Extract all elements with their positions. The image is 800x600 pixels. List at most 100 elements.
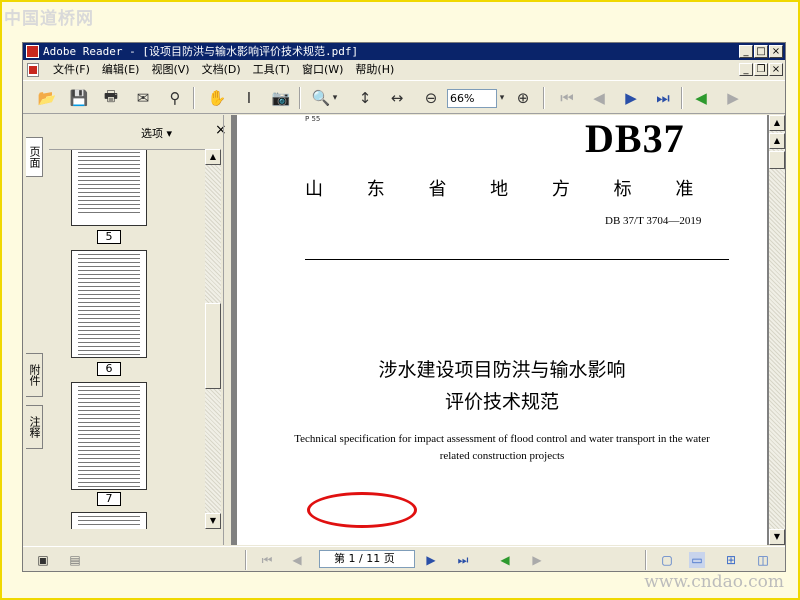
standard-logo: DB37 [585,116,685,161]
standard-number: DB 37/T 3704—2019 [605,215,702,227]
status-go-forward-icon[interactable]: ▶ [529,552,545,568]
thumbnail-label: 7 [97,492,121,506]
document-page: P 55 DB37 山 东 省 地 方 标 准 DB 37/T 3704—201… [237,115,767,545]
menu-document[interactable]: 文档(D) [196,60,247,80]
status-go-back-icon[interactable]: ◀ [497,552,513,568]
adobe-reader-icon [26,45,39,58]
thumbnails-scrollbar[interactable]: ▲ ▼ [205,149,221,529]
tab-attachments[interactable]: 附件 [26,353,43,397]
close-button[interactable]: × [769,45,783,58]
monitor-icon[interactable]: ▣ [35,552,51,568]
status-separator [645,550,647,570]
doc-scroll-up-icon[interactable]: ▲ [769,115,785,131]
menu-view[interactable]: 视图(V) [145,60,195,80]
toolbar-separator [543,87,545,109]
toolbar-separator [193,87,195,109]
continuous-facing-view-icon[interactable]: ◫ [755,552,771,568]
menu-file[interactable]: 文件(F) [47,60,96,80]
status-last-page-icon[interactable]: ⏭ [455,552,471,568]
snapshot-tool-icon[interactable]: 📷 [269,86,293,110]
document-scroll-thumb[interactable] [769,151,785,169]
panel-header: 选项 ▾ × [45,115,229,149]
previous-page-icon[interactable]: ◀ [587,86,611,110]
menu-edit[interactable]: 编辑(E) [96,60,146,80]
status-first-page-icon[interactable]: ⏮ [259,552,275,568]
select-text-tool-icon[interactable]: I [237,86,261,110]
tab-comments[interactable]: 注释 [26,405,43,449]
email-icon[interactable]: ✉ [131,86,155,110]
menu-help[interactable]: 帮助(H) [349,60,400,80]
panel-splitter[interactable] [223,115,229,545]
status-next-page-icon[interactable]: ▶ [423,552,439,568]
zoom-level-input[interactable]: 66% [447,89,497,108]
thumbnails-scroll-thumb[interactable] [205,303,221,389]
maximize-button[interactable]: □ [754,45,768,58]
thumbnail-page-6[interactable] [71,250,147,358]
open-icon[interactable]: 📂 [35,86,59,110]
doc-scroll-page-up-icon[interactable]: ▲ [769,133,785,149]
save-icon[interactable]: 💾 [67,86,91,110]
pdf-document-icon[interactable] [27,63,39,77]
status-separator [245,550,247,570]
status-previous-page-icon[interactable]: ◀ [289,552,305,568]
document-scrollbar[interactable]: ▲ ▲ ▼ [769,115,785,545]
zoom-tool-dropdown-icon[interactable]: ▾ [329,86,341,110]
thumbnail-page-8[interactable] [71,512,147,529]
watermark-top: 中国道桥网 [4,9,94,29]
single-page-view-icon[interactable]: ▢ [659,552,675,568]
header-rule [305,259,729,260]
options-label: 选项 [141,127,163,140]
page-number-field[interactable]: 第 1 / 11 页 [319,550,415,568]
navigation-panel: 页面 附件 注释 选项 ▾ × 5 6 7 ▲ ▼ [23,115,229,545]
doc-close-button[interactable]: × [769,63,783,76]
zoom-out-icon[interactable]: ⊖ [419,86,443,110]
status-bar: ▣ ▤ ⏮ ◀ 第 1 / 11 页 ▶ ⏭ ◀ ▶ ▢ ▭ ⊞ ◫ [23,546,785,572]
title-en: Technical specification for impact asses… [294,433,710,462]
document-window-controls: _ ❐ × [739,63,783,76]
menu-tools[interactable]: 工具(T) [247,60,296,80]
go-back-icon[interactable]: ◀ [689,86,713,110]
fit-page-icon[interactable]: ↕ [353,86,377,110]
page-thumbnails: 5 6 7 [49,149,205,529]
page-corner-code: P 55 [305,115,321,123]
doc-restore-button[interactable]: ❐ [754,63,768,76]
tab-pages[interactable]: 页面 [26,137,43,177]
toolbar-separator [299,87,301,109]
go-forward-icon[interactable]: ▶ [721,86,745,110]
title-cn-line2: 评价技术规范 [444,391,559,413]
continuous-view-icon[interactable]: ▭ [689,552,705,568]
window-title: Adobe Reader - [设项目防洪与输水影响评价技术规范.pdf] [43,45,359,58]
window-controls: _ □ × [739,45,783,58]
hand-tool-icon[interactable]: ✋ [205,86,229,110]
options-menu[interactable]: 选项 ▾ [141,125,172,141]
zoom-dropdown-icon[interactable]: ▾ [495,86,509,110]
zoom-in-icon[interactable]: ⊕ [511,86,535,110]
toolbar: 📂 💾 🖶 ✉ ⚲ ✋ I 📷 🔍 ▾ ↕ ↔ ⊖ 66% ▾ ⊕ ⏮ ◀ ▶ … [23,80,785,114]
print-icon[interactable]: 🖶 [99,86,123,110]
facing-view-icon[interactable]: ⊞ [723,552,739,568]
highlight-annotation-oval [307,492,417,528]
last-page-icon[interactable]: ⏭ [651,86,675,110]
menu-window[interactable]: 窗口(W) [296,60,349,80]
fit-width-icon[interactable]: ↔ [385,86,409,110]
panel-tabs: 页面 附件 注释 [23,115,45,545]
search-binoculars-icon[interactable]: ⚲ [163,86,187,110]
next-page-icon[interactable]: ▶ [619,86,643,110]
doc-minimize-button[interactable]: _ [739,63,753,76]
thumbnail-page-7[interactable] [71,382,147,490]
province-standard-heading: 山 东 省 地 方 标 准 [305,179,694,200]
first-page-icon[interactable]: ⏮ [555,86,579,110]
minimize-button[interactable]: _ [739,45,753,58]
page-setup-icon[interactable]: ▤ [67,552,83,568]
screenshot-frame: 中国道桥网 Adobe Reader - [设项目防洪与输水影响评价技术规范.p… [0,0,800,600]
thumbnail-label: 6 [97,362,121,376]
adobe-reader-window: Adobe Reader - [设项目防洪与输水影响评价技术规范.pdf] _ … [22,42,786,572]
watermark-bottom: www.cndao.com [644,572,784,592]
menu-bar: 文件(F) 编辑(E) 视图(V) 文档(D) 工具(T) 窗口(W) 帮助(H… [23,60,785,80]
thumbnail-page-5[interactable] [71,150,147,226]
title-bar: Adobe Reader - [设项目防洪与输水影响评价技术规范.pdf] _ … [23,43,785,60]
scroll-up-icon[interactable]: ▲ [205,149,221,165]
scroll-down-icon[interactable]: ▼ [205,513,221,529]
document-viewer: P 55 DB37 山 东 省 地 方 标 准 DB 37/T 3704—201… [231,115,785,545]
doc-scroll-down-icon[interactable]: ▼ [769,529,785,545]
